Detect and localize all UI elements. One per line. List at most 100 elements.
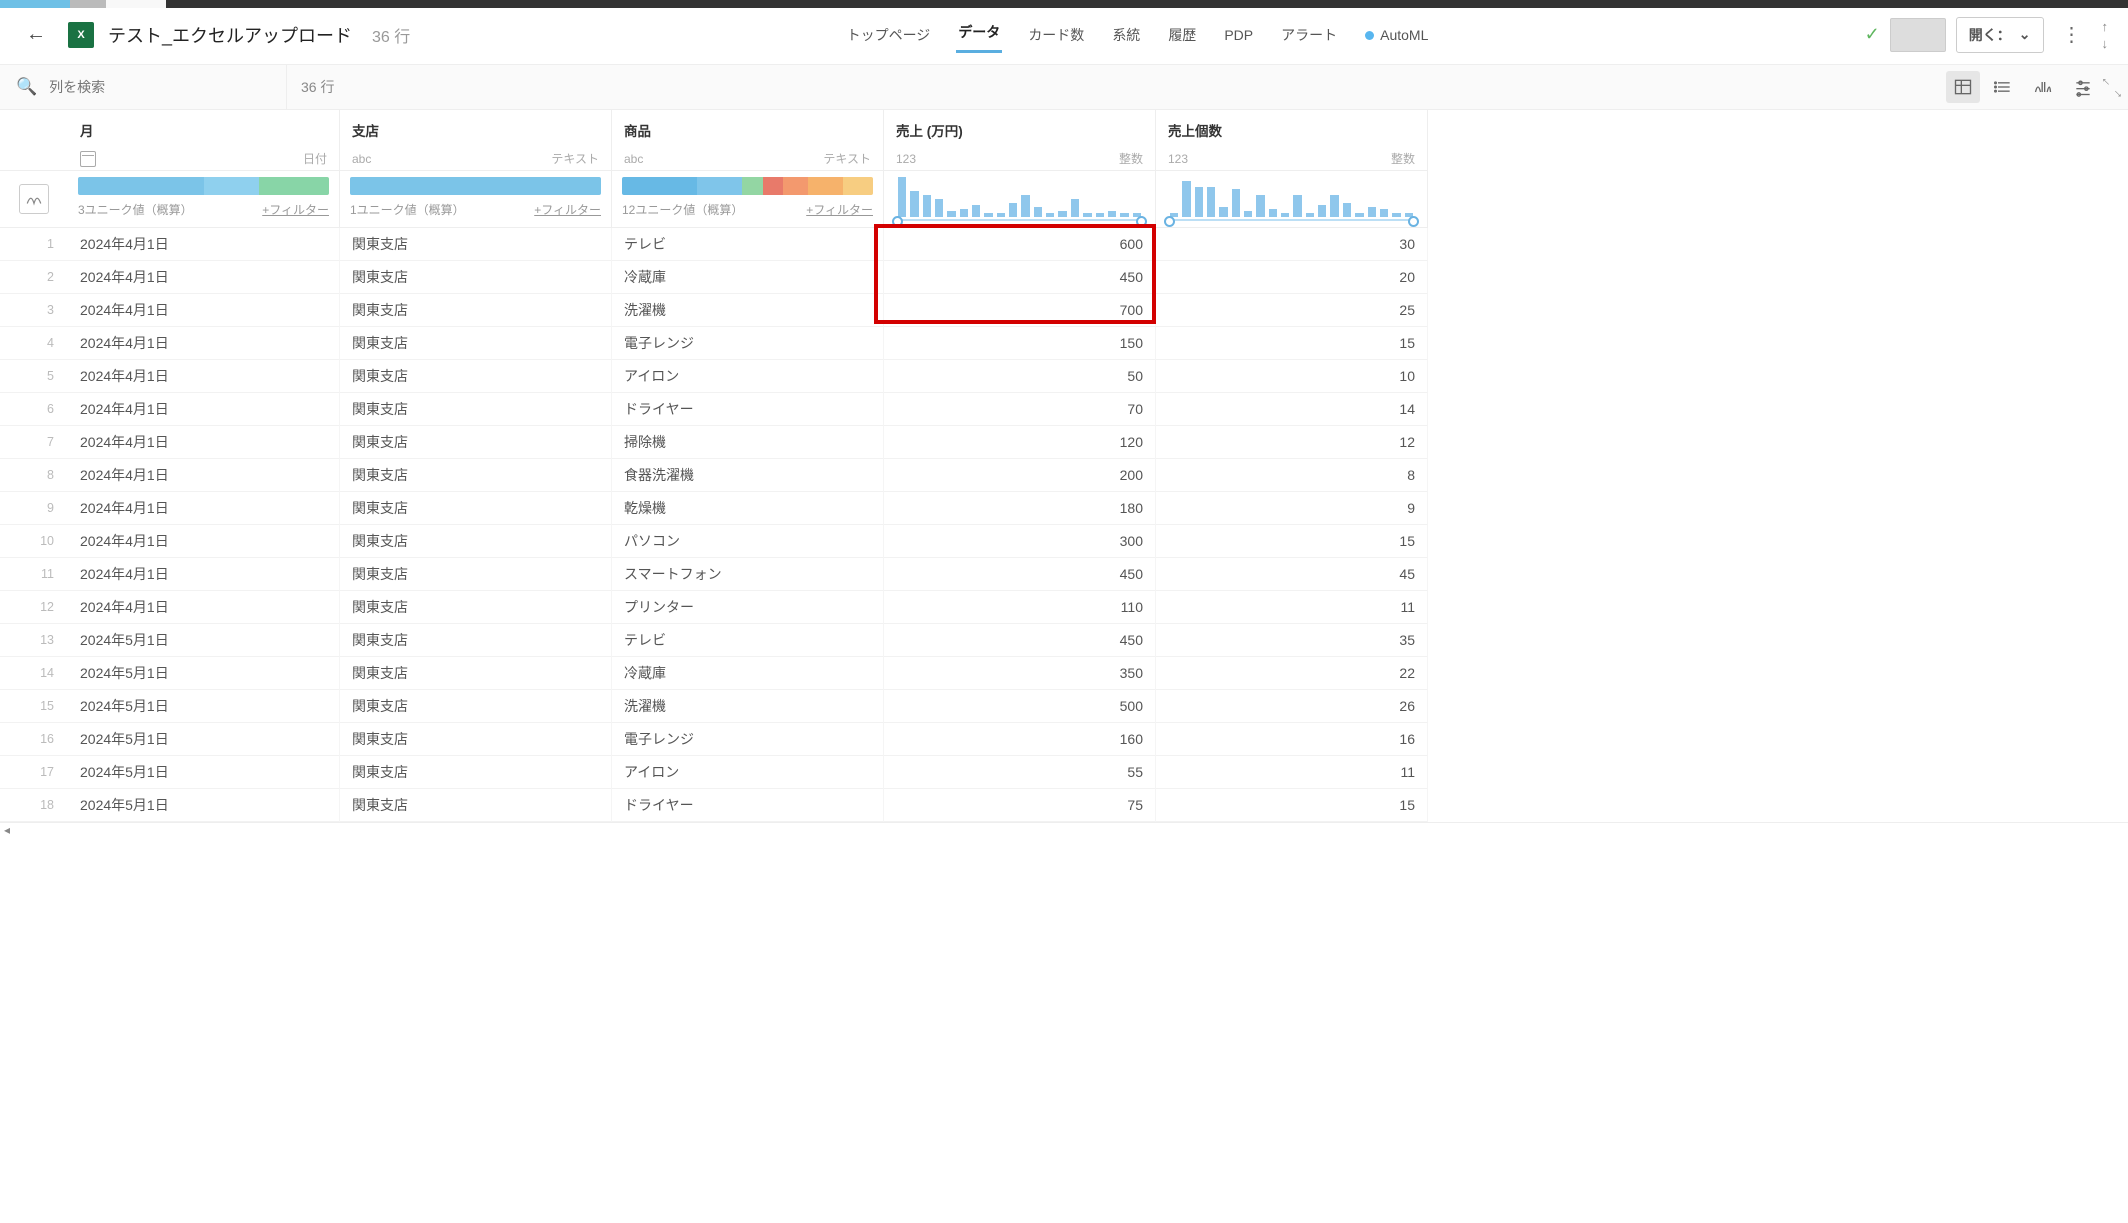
cell[interactable]: 70 [884,393,1156,426]
tab-4[interactable]: 履歴 [1166,19,1198,51]
cell[interactable]: 関東支店 [340,228,612,261]
cell[interactable]: 11 [1156,756,1428,789]
open-button[interactable]: 開く： ⌄ [1956,17,2044,53]
cell[interactable]: 2024年5月1日 [68,690,340,723]
column-header-0[interactable]: 月日付 [68,110,340,171]
cell[interactable]: 関東支店 [340,591,612,624]
cell[interactable]: 180 [884,492,1156,525]
cell[interactable]: 関東支店 [340,789,612,822]
cell[interactable]: 9 [1156,492,1428,525]
cell[interactable]: 30 [1156,228,1428,261]
cell[interactable]: 食器洗濯機 [612,459,884,492]
cell[interactable]: 乾燥機 [612,492,884,525]
tab-0[interactable]: トップページ [845,19,933,51]
cell[interactable]: 関東支店 [340,657,612,690]
column-histogram-0[interactable]: 3ユニーク値（概算）+フィルター [68,171,340,228]
column-header-2[interactable]: 商品abcテキスト [612,110,884,171]
tab-6[interactable]: アラート [1279,19,1339,51]
view-table-icon[interactable] [1946,71,1980,103]
cell[interactable]: 15 [1156,789,1428,822]
back-icon[interactable]: ← [18,17,54,52]
cell[interactable]: 55 [884,756,1156,789]
cell[interactable]: 14 [1156,393,1428,426]
cell[interactable]: 450 [884,558,1156,591]
cell[interactable]: 2024年4月1日 [68,525,340,558]
cell[interactable]: 200 [884,459,1156,492]
filter-link[interactable]: +フィルター [262,201,329,218]
cell[interactable]: 関東支店 [340,294,612,327]
cell[interactable]: 500 [884,690,1156,723]
cell[interactable]: 2024年5月1日 [68,657,340,690]
cell[interactable]: 8 [1156,459,1428,492]
cell[interactable]: 160 [884,723,1156,756]
cell[interactable]: スマートフォン [612,558,884,591]
cell[interactable]: 2024年5月1日 [68,756,340,789]
cell[interactable]: 2024年4月1日 [68,393,340,426]
cell[interactable]: 26 [1156,690,1428,723]
cell[interactable]: 22 [1156,657,1428,690]
cell[interactable]: 掃除機 [612,426,884,459]
column-histogram-3[interactable] [884,171,1156,228]
tab-2[interactable]: カード数 [1026,19,1086,51]
horizontal-scrollbar[interactable]: ◂ [0,822,2128,837]
cell[interactable]: 関東支店 [340,261,612,294]
cell[interactable]: 関東支店 [340,525,612,558]
cell[interactable]: 関東支店 [340,558,612,591]
cell[interactable]: 11 [1156,591,1428,624]
cell[interactable]: 関東支店 [340,756,612,789]
cell[interactable]: 350 [884,657,1156,690]
cell[interactable]: 12 [1156,426,1428,459]
column-header-3[interactable]: 売上 (万円)123整数 [884,110,1156,171]
cell[interactable]: 電子レンジ [612,723,884,756]
cell[interactable]: テレビ [612,228,884,261]
cell[interactable]: 450 [884,624,1156,657]
cell[interactable]: ドライヤー [612,393,884,426]
cell[interactable]: テレビ [612,624,884,657]
cell[interactable]: 20 [1156,261,1428,294]
cell[interactable]: 2024年4月1日 [68,492,340,525]
cell[interactable]: 2024年4月1日 [68,426,340,459]
cell[interactable]: アイロン [612,360,884,393]
column-header-1[interactable]: 支店abcテキスト [340,110,612,171]
cell[interactable]: 35 [1156,624,1428,657]
filter-link[interactable]: +フィルター [534,201,601,218]
cell[interactable]: 冷蔵庫 [612,657,884,690]
cell[interactable]: 600 [884,228,1156,261]
tab-3[interactable]: 系統 [1110,19,1142,51]
cell[interactable]: 関東支店 [340,459,612,492]
range-slider[interactable] [894,219,1145,221]
cell[interactable]: 洗濯機 [612,294,884,327]
cell[interactable]: 関東支店 [340,426,612,459]
view-list-icon[interactable] [1986,71,2020,103]
cell[interactable]: 2024年4月1日 [68,261,340,294]
cell[interactable]: 洗濯機 [612,690,884,723]
cell[interactable]: 700 [884,294,1156,327]
cell[interactable]: 関東支店 [340,360,612,393]
cell[interactable]: 150 [884,327,1156,360]
cell[interactable]: 2024年4月1日 [68,228,340,261]
settings-sliders-icon[interactable] [2066,71,2100,103]
cell[interactable]: 2024年5月1日 [68,789,340,822]
cell[interactable]: 25 [1156,294,1428,327]
owner-avatar-placeholder[interactable] [1890,18,1946,52]
tab-automl[interactable]: AutoML [1363,21,1430,49]
cell[interactable]: 10 [1156,360,1428,393]
cell[interactable]: 15 [1156,525,1428,558]
more-menu-icon[interactable]: ⋮ [2054,16,2090,53]
expand-vertical-icon[interactable] [2100,17,2111,53]
tab-1[interactable]: データ [956,16,1002,53]
cell[interactable]: 関東支店 [340,327,612,360]
cell[interactable]: ドライヤー [612,789,884,822]
distribution-icon[interactable] [19,184,49,214]
cell[interactable]: 16 [1156,723,1428,756]
cell[interactable]: 2024年4月1日 [68,360,340,393]
cell[interactable]: 関東支店 [340,723,612,756]
column-histogram-1[interactable]: 1ユニーク値（概算）+フィルター [340,171,612,228]
cell[interactable]: 電子レンジ [612,327,884,360]
column-histogram-2[interactable]: 12ユニーク値（概算）+フィルター [612,171,884,228]
cell[interactable]: 2024年5月1日 [68,723,340,756]
cell[interactable]: 2024年4月1日 [68,558,340,591]
cell[interactable]: 関東支店 [340,393,612,426]
column-search-input[interactable] [47,78,231,96]
cell[interactable]: 冷蔵庫 [612,261,884,294]
